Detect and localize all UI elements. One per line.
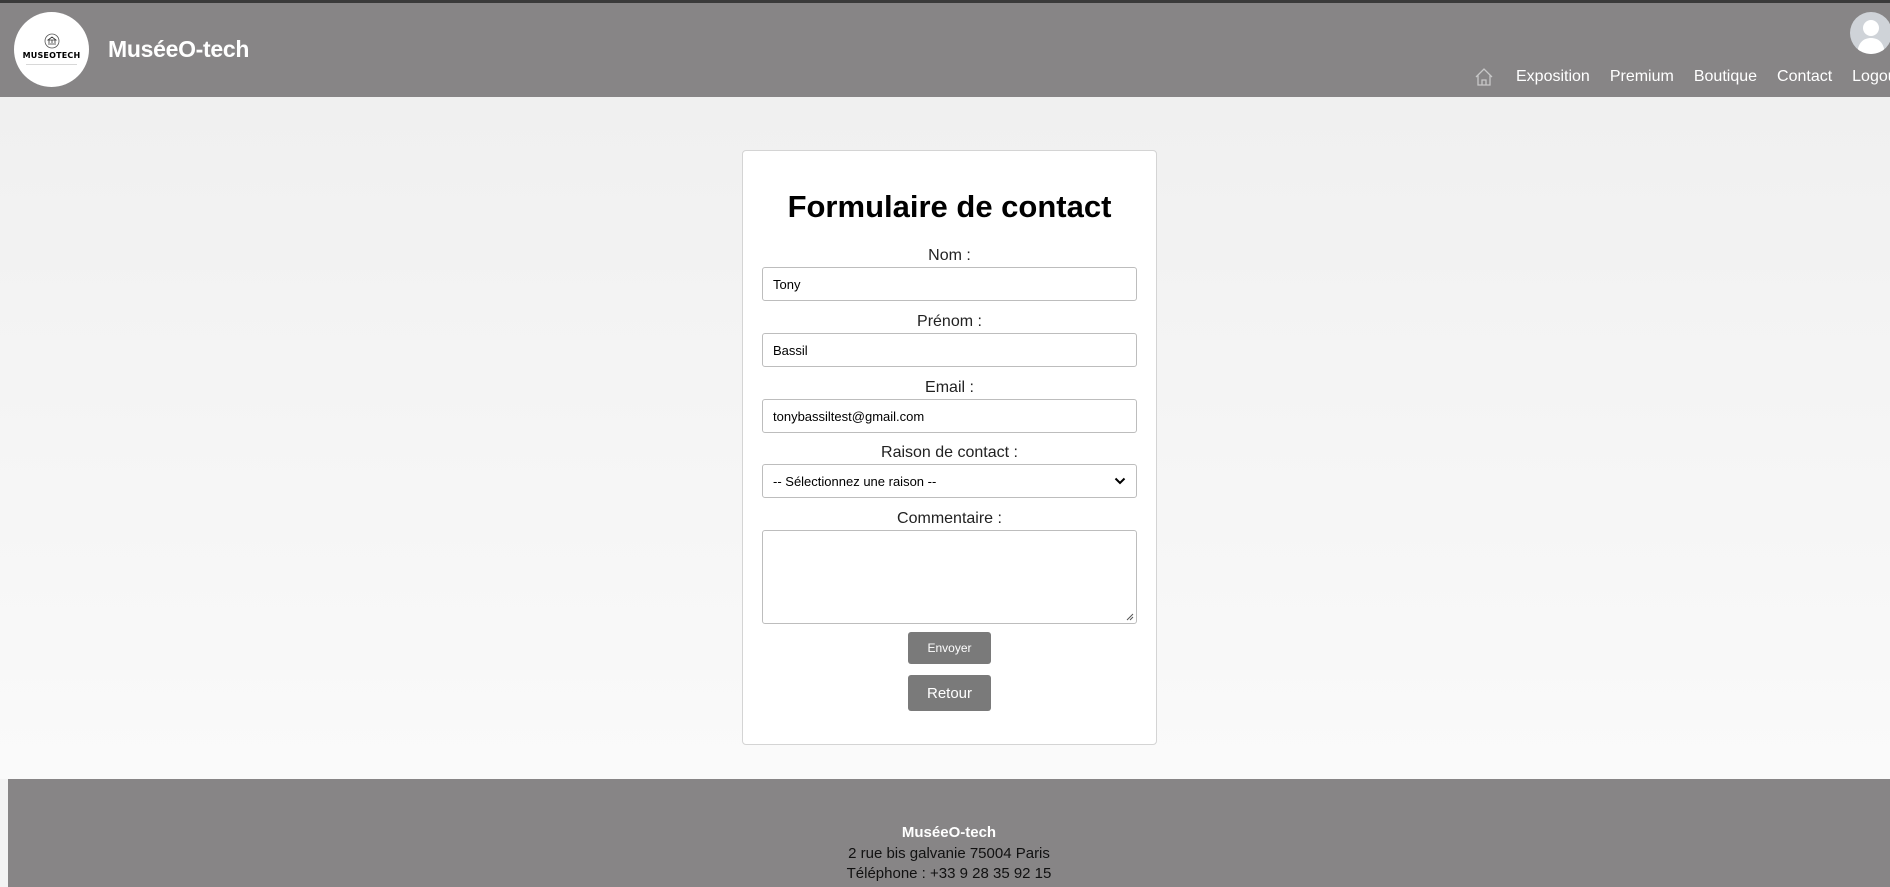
raison-select[interactable]: -- Sélectionnez une raison -- (762, 464, 1137, 498)
user-silhouette-icon (1857, 20, 1885, 54)
nav-exposition[interactable]: Exposition (1516, 68, 1590, 86)
resize-handle-icon[interactable] (1125, 612, 1134, 621)
page-title: Formulaire de contact (787, 189, 1112, 224)
commentaire-textarea[interactable] (762, 530, 1137, 624)
nav-logout[interactable]: Logout (1852, 68, 1890, 86)
raison-selected-value: -- Sélectionnez une raison -- (773, 473, 937, 489)
raison-label: Raison de contact : (881, 444, 1018, 461)
home-icon[interactable] (1474, 66, 1494, 88)
email-label: Email : (925, 379, 974, 396)
envoyer-button[interactable]: Envoyer (908, 632, 991, 664)
footer-brand: MuséeO-tech (901, 824, 997, 841)
commentaire-label: Commentaire : (897, 510, 1002, 527)
footer-address: 2 rue bis galvanie 75004 Paris (848, 845, 1050, 862)
site-footer: MuséeO-tech 2 rue bis galvanie 75004 Par… (8, 779, 1890, 887)
site-header: MUSEOTECH ————————————————— MuséeO-tech … (0, 3, 1890, 97)
site-logo[interactable]: MUSEOTECH ————————————————— (14, 12, 89, 87)
museum-emblem-icon (44, 33, 59, 49)
retour-button[interactable]: Retour (908, 675, 991, 711)
logo-tagline-line: ————————————————— (26, 62, 77, 66)
main-nav: Exposition Premium Boutique Contact Logo… (1474, 66, 1890, 88)
nav-contact[interactable]: Contact (1777, 68, 1832, 86)
prenom-input[interactable] (762, 333, 1137, 367)
footer-phone: Téléphone : +33 9 28 35 92 15 (846, 865, 1052, 882)
contact-form-card: Formulaire de contact Nom : Prénom : Ema… (742, 150, 1157, 745)
nav-premium[interactable]: Premium (1610, 68, 1674, 86)
user-avatar-icon[interactable] (1850, 12, 1890, 54)
nav-boutique[interactable]: Boutique (1694, 68, 1757, 86)
nom-label: Nom : (928, 247, 971, 264)
email-input[interactable] (762, 399, 1137, 433)
main-content: Formulaire de contact Nom : Prénom : Ema… (0, 97, 1890, 779)
nom-input[interactable] (762, 267, 1137, 301)
prenom-label: Prénom : (917, 313, 982, 330)
site-brand-name[interactable]: MuséeO-tech (108, 36, 249, 63)
chevron-down-icon (1114, 477, 1126, 485)
logo-text: MUSEOTECH (22, 51, 81, 60)
